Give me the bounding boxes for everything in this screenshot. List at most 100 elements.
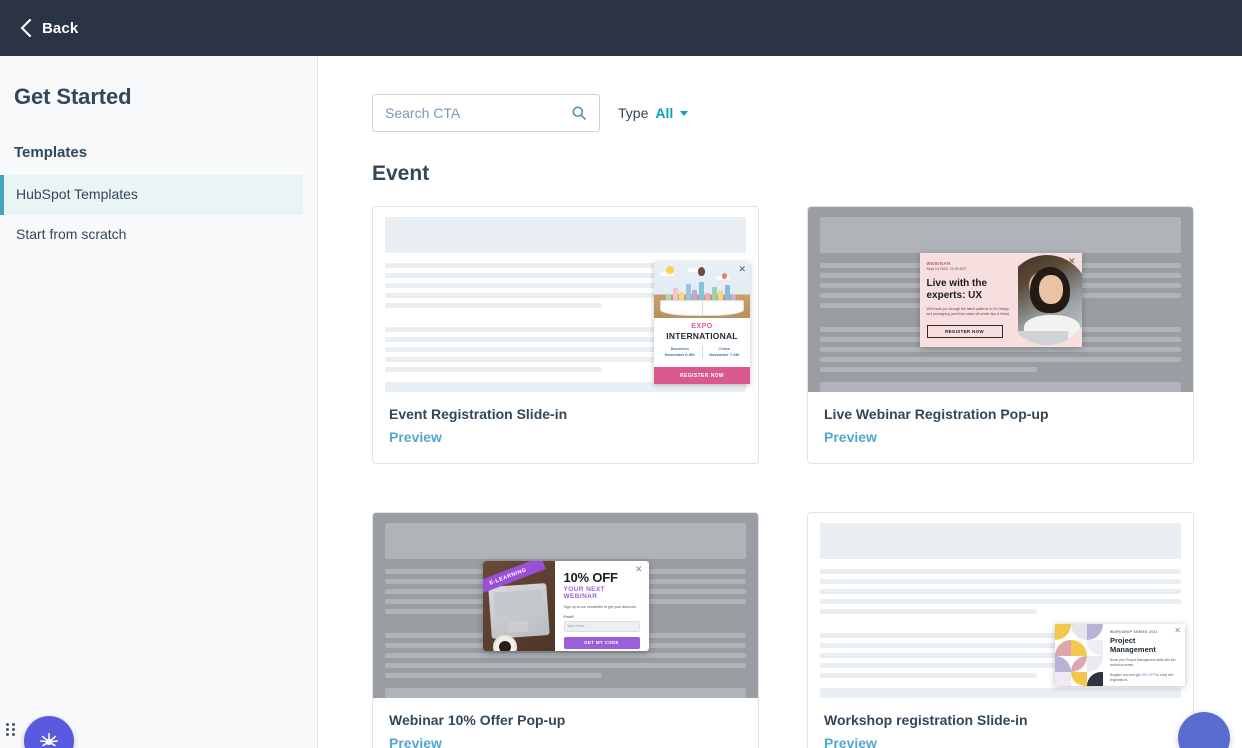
sidebar-item-start-from-scratch[interactable]: Start from scratch bbox=[0, 215, 303, 255]
template-thumbnail: WEBINAR Sept 14 2022, 11:00 EST Live wit… bbox=[808, 207, 1193, 392]
skeleton-hero bbox=[820, 217, 1181, 253]
expo-creative: ✕ EXPO INTERNATIONAL Barcelona November … bbox=[654, 262, 750, 384]
drag-dots-icon[interactable] bbox=[6, 723, 18, 736]
workshop-body-highlight: 20% OFF bbox=[1141, 672, 1155, 677]
expo-illustration: ✕ bbox=[654, 262, 750, 318]
close-icon[interactable]: ✕ bbox=[738, 265, 746, 274]
skeleton-line bbox=[820, 673, 1037, 678]
app-shell: Get Started Templates HubSpot Templates … bbox=[0, 56, 1242, 748]
type-filter-dropdown[interactable]: Type All bbox=[618, 105, 689, 121]
offer-email-input[interactable]: Input Value bbox=[563, 620, 640, 632]
template-card-body: Event Registration Slide-in Preview bbox=[373, 392, 758, 463]
webinar-cta-button[interactable]: REGISTER NOW bbox=[926, 324, 1003, 338]
webinar-date: Sept 14 2022, 11:00 EST bbox=[926, 267, 967, 271]
template-preview-link[interactable]: Preview bbox=[824, 429, 1177, 445]
skeleton-line bbox=[385, 367, 602, 372]
sun-shape bbox=[666, 266, 674, 274]
skeleton-line bbox=[820, 599, 1181, 604]
page-title: Get Started bbox=[14, 84, 132, 109]
sprocket-icon bbox=[39, 732, 59, 747]
skeleton-line bbox=[820, 589, 1181, 594]
keyboard-shape bbox=[493, 588, 543, 617]
skeleton-footer bbox=[820, 382, 1181, 392]
back-button[interactable]: Back bbox=[20, 19, 78, 37]
workshop-title: Project Management bbox=[1110, 636, 1156, 654]
expo-kicker: EXPO bbox=[691, 323, 713, 330]
back-label: Back bbox=[42, 19, 79, 37]
face-shape bbox=[1038, 274, 1063, 304]
workshop-kicker: WORKSHOP SERIES 2022 bbox=[1110, 630, 1158, 634]
search-input[interactable] bbox=[385, 105, 571, 121]
workshop-body-lead: Register now and get bbox=[1110, 672, 1141, 677]
webinar-body: We'll walk you through the latest patter… bbox=[926, 307, 1011, 317]
offer-cta-button[interactable]: GET MY CODE bbox=[563, 636, 640, 649]
template-grid: ✕ EXPO INTERNATIONAL Barcelona November … bbox=[372, 206, 1194, 748]
type-filter-label: Type bbox=[618, 105, 649, 121]
template-preview-link[interactable]: Preview bbox=[389, 429, 742, 445]
top-bar: Back bbox=[0, 0, 1242, 56]
template-preview-link[interactable]: Preview bbox=[389, 735, 742, 748]
skeleton-line bbox=[820, 569, 1181, 574]
skeleton-line bbox=[385, 303, 602, 308]
template-card[interactable]: E-LEARNING 10% OFF YOUR NEXT WEBINAR Sig… bbox=[372, 512, 759, 748]
offer-description: Sign up to our newsletter to get your di… bbox=[563, 604, 637, 609]
workshop-pattern-art bbox=[1055, 624, 1103, 686]
offer-field-label-text: Email bbox=[563, 614, 573, 619]
offer-subtitle: YOUR NEXT WEBINAR bbox=[563, 585, 606, 600]
expo-cta-button[interactable]: REGISTER NOW bbox=[654, 367, 750, 384]
pattern-shape bbox=[1055, 624, 1071, 640]
skeleton-line bbox=[385, 653, 746, 658]
template-thumbnail: E-LEARNING 10% OFF YOUR NEXT WEBINAR Sig… bbox=[373, 513, 758, 698]
skeleton-line bbox=[385, 663, 746, 668]
close-icon[interactable]: ✕ bbox=[1174, 627, 1181, 635]
pattern-shape bbox=[1071, 640, 1087, 656]
search-field[interactable] bbox=[372, 94, 600, 132]
expo-date: November 7-9th bbox=[709, 352, 740, 357]
expo-date: November 6-9th bbox=[664, 352, 695, 357]
webinar-text-block: WEBINAR Sept 14 2022, 11:00 EST Live wit… bbox=[920, 253, 1018, 347]
pattern-shape bbox=[1071, 624, 1087, 640]
template-card-body: Webinar 10% Offer Pop-up Preview bbox=[373, 698, 758, 748]
template-preview-link[interactable]: Preview bbox=[824, 735, 1177, 748]
pattern-shape bbox=[1087, 672, 1103, 686]
skeleton-line bbox=[820, 579, 1181, 584]
template-card[interactable]: ✕ EXPO INTERNATIONAL Barcelona November … bbox=[372, 206, 759, 464]
close-icon[interactable]: ✕ bbox=[1068, 256, 1076, 266]
search-icon[interactable] bbox=[571, 105, 587, 121]
skeleton-hero bbox=[385, 523, 746, 559]
expo-details: Barcelona November 6-9th Online November… bbox=[658, 346, 746, 358]
offer-photo: E-LEARNING bbox=[482, 560, 555, 651]
offer-creative: E-LEARNING 10% OFF YOUR NEXT WEBINAR Sig… bbox=[482, 560, 649, 651]
template-card[interactable]: WORKSHOP SERIES 2022 Project Management … bbox=[807, 512, 1194, 748]
skeleton-footer bbox=[385, 688, 746, 698]
template-card-body: Workshop registration Slide-in Preview bbox=[808, 698, 1193, 748]
pattern-shape bbox=[1087, 624, 1103, 640]
workshop-text-block: WORKSHOP SERIES 2022 Project Management … bbox=[1103, 624, 1185, 686]
balloon-shape bbox=[722, 273, 727, 279]
close-icon[interactable]: ✕ bbox=[635, 564, 643, 574]
template-card-title: Live Webinar Registration Pop-up bbox=[824, 406, 1049, 422]
open-book-shape bbox=[660, 300, 744, 316]
skeleton-footer bbox=[820, 688, 1181, 698]
expo-detail-col: Online November 7-9th bbox=[701, 346, 747, 358]
pattern-shape bbox=[1087, 640, 1103, 656]
type-filter-value: All bbox=[655, 105, 674, 121]
offer-title: 10% OFF bbox=[563, 569, 618, 585]
person-photo bbox=[1017, 254, 1082, 345]
template-card-body: Live Webinar Registration Pop-up Preview bbox=[808, 392, 1193, 463]
expo-detail-col: Barcelona November 6-9th bbox=[658, 346, 702, 358]
sidebar-item-hubspot-templates[interactable]: HubSpot Templates bbox=[0, 175, 303, 215]
laptop-shape bbox=[487, 582, 550, 639]
template-card[interactable]: WEBINAR Sept 14 2022, 11:00 EST Live wit… bbox=[807, 206, 1194, 464]
skeleton-hero bbox=[385, 217, 746, 253]
pattern-shape bbox=[1087, 656, 1103, 672]
skeleton-line bbox=[820, 367, 1037, 372]
webinar-photo bbox=[1017, 253, 1082, 347]
sprocket-fab-button[interactable] bbox=[24, 716, 74, 748]
sidebar: Get Started Templates HubSpot Templates … bbox=[0, 56, 318, 748]
skeleton-line bbox=[820, 609, 1037, 614]
required-marker: * bbox=[572, 614, 574, 619]
section-title: Event bbox=[372, 162, 430, 185]
sidebar-section-label: Templates bbox=[14, 144, 88, 161]
sidebar-item-label: HubSpot Templates bbox=[16, 186, 138, 202]
